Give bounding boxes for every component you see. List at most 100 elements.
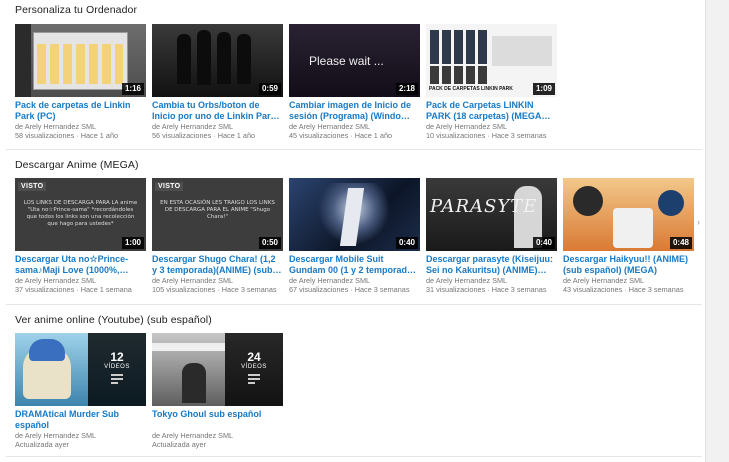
video-channel[interactable]: de Arely Hernandez SML — [152, 122, 283, 131]
video-title[interactable]: Pack de Carpetas LINKIN PARK (18 carpeta… — [426, 100, 557, 122]
duration-badge: 0:50 — [258, 237, 281, 249]
view-count: 105 visualizaciones — [152, 285, 216, 294]
upload-age: Hace 3 semanas — [354, 285, 410, 294]
video-thumbnail[interactable]: 1:16 — [15, 24, 146, 97]
upload-age: Hace 1 año — [80, 131, 119, 140]
video-thumbnail[interactable]: Please wait ... 2:18 — [289, 24, 420, 97]
section-title[interactable]: Descargar Anime (MEGA) — [15, 159, 139, 171]
video-thumbnail[interactable]: 0:40 — [289, 178, 420, 251]
thumb-caption: LOS LINKS DE DESCARGA PARA LA anime "Uta… — [23, 200, 138, 227]
video-channel[interactable]: de Arely Hernandez SML — [289, 276, 420, 285]
upload-age: Hace 1 semana — [80, 285, 132, 294]
video-stats: 10 visualizaciones · Hace 3 semanas — [426, 131, 547, 140]
playlist-count-overlay: 12 VÍDEOS — [88, 333, 146, 406]
view-count: 58 visualizaciones — [15, 131, 75, 140]
upload-age: Hace 1 año — [354, 131, 393, 140]
playlist-card[interactable]: 24 VÍDEOS Tokyo Ghoul sub español de Are… — [152, 333, 283, 449]
view-count: 45 visualizaciones — [289, 131, 349, 140]
channel-content-panel: Personaliza tu Ordenador 1:16 Pack de ca… — [0, 0, 706, 462]
video-channel[interactable]: de Arely Hernandez SML — [426, 276, 557, 285]
section-divider — [6, 149, 702, 150]
video-card[interactable]: 0:59 Cambia tu Orbs/boton de Inicio por … — [152, 24, 283, 140]
duration-badge: 0:48 — [669, 237, 692, 249]
video-channel[interactable]: de Arely Hernandez SML — [15, 276, 146, 285]
video-card[interactable]: PACK DE CARPETAS LINKIN PARK 1:09 Pack d… — [426, 24, 557, 140]
upload-age: Hace 3 semanas — [221, 285, 277, 294]
watched-badge: VISTO — [18, 182, 47, 191]
video-card[interactable]: VISTO EN ESTA OCASIÓN LES TRAIGO LOS LIN… — [152, 178, 283, 294]
video-title[interactable]: Descargar Haikyuu!! (ANIME) (sub español… — [563, 254, 694, 276]
playlist-thumbnail[interactable]: 12 VÍDEOS — [15, 333, 146, 406]
upload-age: Hace 3 semanas — [491, 285, 547, 294]
view-count: 43 visualizaciones — [563, 285, 623, 294]
video-card[interactable]: PARASYTE 0:40 Descargar parasyte (Kiseij… — [426, 178, 557, 294]
video-title[interactable]: Descargar parasyte (Kiseijuu: Sei no Kak… — [426, 254, 557, 276]
video-thumbnail[interactable]: PARASYTE 0:40 — [426, 178, 557, 251]
section-title[interactable]: Personaliza tu Ordenador — [15, 4, 137, 16]
video-title[interactable]: Cambiar imagen de Inicio de sesión (Prog… — [289, 100, 420, 122]
upload-age: Hace 3 semanas — [628, 285, 684, 294]
video-thumbnail[interactable]: VISTO LOS LINKS DE DESCARGA PARA LA anim… — [15, 178, 146, 251]
playlist-updated: Actualizada ayer — [152, 440, 206, 449]
video-thumbnail[interactable]: VISTO EN ESTA OCASIÓN LES TRAIGO LOS LIN… — [152, 178, 283, 251]
video-card[interactable]: 1:16 Pack de carpetas de Linkin Park (PC… — [15, 24, 146, 140]
playlist-channel[interactable]: de Arely Hernandez SML — [15, 431, 146, 440]
playlist-channel[interactable]: de Arely Hernandez SML — [152, 431, 283, 440]
video-card[interactable]: 0:40 Descargar Mobile Suit Gundam 00 (1 … — [289, 178, 420, 294]
thumb-caption: Please wait ... — [309, 54, 384, 68]
video-channel[interactable]: de Arely Hernandez SML — [152, 276, 283, 285]
playlist-count-overlay: 24 VÍDEOS — [225, 333, 283, 406]
upload-age: Hace 1 año — [217, 131, 256, 140]
video-channel[interactable]: de Arely Hernandez SML — [426, 122, 557, 131]
playlist-icon — [111, 374, 123, 384]
duration-badge: 0:40 — [395, 237, 418, 249]
playlist-count-label: VÍDEOS — [104, 364, 130, 370]
video-title[interactable]: Descargar Mobile Suit Gundam 00 (1 y 2 t… — [289, 254, 420, 276]
video-stats: 56 visualizaciones · Hace 1 año — [152, 131, 256, 140]
playlist-thumbnail[interactable]: 24 VÍDEOS — [152, 333, 283, 406]
view-count: 37 visualizaciones — [15, 285, 75, 294]
video-channel[interactable]: de Arely Hernandez SML — [15, 122, 146, 131]
video-title[interactable]: Descargar Shugo Chara! (1,2 y 3 temporad… — [152, 254, 283, 276]
video-card[interactable]: Please wait ... 2:18 Cambiar imagen de I… — [289, 24, 420, 140]
video-channel[interactable]: de Arely Hernandez SML — [563, 276, 694, 285]
video-stats: 105 visualizaciones · Hace 3 semanas — [152, 285, 277, 294]
video-title[interactable]: Descargar Uta no☆Prince-sama♪Maji Love (… — [15, 254, 146, 276]
video-stats: 31 visualizaciones · Hace 3 semanas — [426, 285, 547, 294]
upload-age: Hace 3 semanas — [491, 131, 547, 140]
view-count: 56 visualizaciones — [152, 131, 212, 140]
playlist-title[interactable]: DRAMAtical Murder Sub español — [15, 409, 146, 431]
playlist-count-label: VÍDEOS — [241, 364, 267, 370]
playlist-video-count: 24 — [247, 350, 261, 364]
section-divider — [6, 304, 702, 305]
thumb-caption: PARASYTE — [430, 196, 538, 217]
video-stats: 37 visualizaciones · Hace 1 semana — [15, 285, 132, 294]
duration-badge: 1:16 — [121, 83, 144, 95]
video-thumbnail[interactable]: 0:48 — [563, 178, 694, 251]
playlist-updated: Actualizada ayer — [15, 440, 69, 449]
playlist-title[interactable]: Tokyo Ghoul sub español — [152, 409, 283, 431]
playlist-video-count: 12 — [110, 350, 124, 364]
video-title[interactable]: Cambia tu Orbs/boton de Inicio por uno d… — [152, 100, 283, 122]
duration-badge: 1:00 — [121, 237, 144, 249]
section-title[interactable]: Ver anime online (Youtube) (sub español) — [15, 314, 212, 326]
video-stats: 45 visualizaciones · Hace 1 año — [289, 131, 393, 140]
watched-badge: VISTO — [155, 182, 184, 191]
video-stats: 67 visualizaciones · Hace 3 semanas — [289, 285, 410, 294]
video-thumbnail[interactable]: 0:59 — [152, 24, 283, 97]
video-card[interactable]: VISTO LOS LINKS DE DESCARGA PARA LA anim… — [15, 178, 146, 294]
duration-badge: 0:59 — [258, 83, 281, 95]
playlist-card[interactable]: 12 VÍDEOS DRAMAtical Murder Sub español … — [15, 333, 146, 449]
duration-badge: 0:40 — [532, 237, 555, 249]
shelf-next-arrow-icon[interactable]: › — [697, 217, 700, 227]
playlist-icon — [248, 374, 260, 384]
thumb-caption: PACK DE CARPETAS LINKIN PARK — [429, 86, 513, 92]
duration-badge: 2:18 — [395, 83, 418, 95]
video-thumbnail[interactable]: PACK DE CARPETAS LINKIN PARK 1:09 — [426, 24, 557, 97]
video-card[interactable]: 0:48 Descargar Haikyuu!! (ANIME) (sub es… — [563, 178, 694, 294]
section-divider — [6, 456, 702, 457]
video-title[interactable]: Pack de carpetas de Linkin Park (PC) — [15, 100, 146, 122]
view-count: 10 visualizaciones — [426, 131, 486, 140]
view-count: 31 visualizaciones — [426, 285, 486, 294]
video-channel[interactable]: de Arely Hernandez SML — [289, 122, 420, 131]
